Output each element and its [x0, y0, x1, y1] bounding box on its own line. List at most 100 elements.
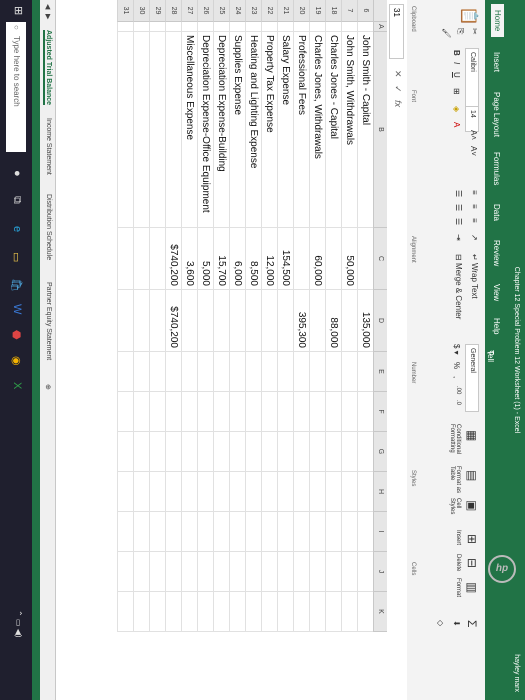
comma-icon[interactable]: , — [452, 376, 461, 378]
tab-data[interactable]: Data — [492, 204, 501, 221]
column-header-a[interactable]: A — [373, 22, 387, 32]
credit-cell[interactable]: 135,000 — [357, 290, 373, 348]
chrome-icon[interactable]: ◉ — [10, 356, 23, 366]
start-icon[interactable]: ⊞ — [12, 6, 25, 15]
account-name-cell[interactable]: Salary Expense — [277, 35, 293, 105]
debit-cell[interactable]: 8,500 — [245, 228, 261, 286]
row-header[interactable]: 24 — [229, 0, 245, 22]
cancel-icon[interactable]: ✕ — [393, 70, 403, 78]
format-cells-button[interactable]: Format — [455, 578, 461, 597]
clear-icon[interactable]: ◇ — [436, 620, 445, 626]
task-view-icon[interactable]: ⧉ — [10, 196, 23, 204]
row-header[interactable]: 25 — [213, 0, 229, 22]
align-right-icon[interactable]: ☰ — [454, 218, 463, 225]
debit-cell[interactable]: 15,700 — [213, 228, 229, 286]
indent-icon[interactable]: ⇥ — [454, 234, 463, 241]
conditional-formatting-icon[interactable]: ▦ — [465, 430, 479, 441]
account-name-cell[interactable]: Miscellaneous Expense — [181, 35, 197, 140]
name-box[interactable]: 31 — [389, 4, 404, 59]
align-left-icon[interactable]: ☰ — [454, 190, 463, 197]
cell-styles-icon[interactable]: ▣ — [465, 500, 479, 511]
enter-icon[interactable]: ✓ — [393, 85, 403, 93]
row-header[interactable]: 23 — [245, 0, 261, 22]
paste-icon[interactable]: 📋 — [459, 6, 479, 26]
insert-function-icon[interactable]: fx — [393, 100, 403, 107]
edge-icon[interactable]: e — [11, 226, 23, 232]
credit-cell[interactable]: 395,300 — [293, 290, 309, 348]
account-name-cell[interactable]: Property Tax Expense — [261, 35, 277, 133]
wrap-text-button[interactable]: ↵ Wrap Text — [470, 254, 479, 299]
increase-decimal-icon[interactable]: .00 — [455, 386, 461, 394]
column-header-e[interactable]: E — [373, 352, 387, 392]
align-middle-icon[interactable]: ≡ — [470, 204, 479, 209]
column-header-d[interactable]: D — [373, 290, 387, 352]
column-header-k[interactable]: K — [373, 592, 387, 632]
delete-cells-button[interactable]: Delete — [455, 554, 461, 571]
row-header[interactable]: 7 — [341, 0, 357, 22]
row-header[interactable]: 19 — [309, 0, 325, 22]
tab-review[interactable]: Review — [492, 240, 501, 266]
column-header-j[interactable]: J — [373, 552, 387, 592]
next-sheet-icon[interactable]: ▶ — [44, 14, 52, 19]
account-name-cell[interactable]: Depreciation Expense-Office Equipment — [197, 35, 213, 213]
column-header-b[interactable]: B — [373, 32, 387, 228]
shrink-font-icon[interactable]: A˅ — [469, 146, 478, 156]
sheet-tab-distribution-schedule[interactable]: Distribution Schedule — [45, 194, 52, 260]
debit-cell[interactable]: 6,000 — [229, 228, 245, 286]
worksheet-grid[interactable]: A B C D E F G H I J K 6 John Smith - Capital 135,000 7… — [56, 0, 387, 700]
format-as-table-button[interactable]: Format as Table — [449, 466, 461, 496]
number-format-select[interactable]: General — [465, 344, 479, 412]
align-top-icon[interactable]: ≡ — [470, 190, 479, 195]
debit-cell[interactable]: 50,000 — [341, 228, 357, 286]
conditional-formatting-button[interactable]: Conditional Formatting — [449, 424, 461, 464]
debit-cell[interactable]: $740,200 — [165, 228, 181, 286]
format-cells-icon[interactable]: ▥ — [465, 582, 479, 593]
tab-view[interactable]: View — [492, 284, 501, 301]
column-header-c[interactable]: C — [373, 228, 387, 290]
align-bottom-icon[interactable]: ≡ — [470, 218, 479, 223]
sheet-tab-income-statement[interactable]: Income Statement — [45, 118, 52, 175]
insert-cells-button[interactable]: Insert — [455, 530, 461, 545]
column-header-g[interactable]: G — [373, 432, 387, 472]
debit-cell[interactable]: 5,000 — [197, 228, 213, 286]
row-header[interactable]: 27 — [181, 0, 197, 22]
taskbar-search[interactable]: ○ Type here to search — [6, 22, 26, 152]
debit-cell[interactable]: 60,000 — [309, 228, 325, 286]
select-all-corner[interactable] — [373, 0, 387, 22]
decrease-decimal-icon[interactable]: .0 — [455, 400, 461, 405]
tab-help[interactable]: Help — [492, 318, 501, 334]
column-header-f[interactable]: F — [373, 392, 387, 432]
tab-insert[interactable]: Insert — [492, 52, 501, 72]
borders-icon[interactable]: ⊞ — [452, 88, 461, 95]
underline-button[interactable]: U — [452, 72, 461, 78]
tab-formulas[interactable]: Formulas — [492, 152, 501, 185]
cut-icon[interactable]: ✂ — [470, 28, 479, 35]
fill-icon[interactable]: ⬇ — [452, 620, 461, 627]
account-name-cell[interactable]: Professional Fees — [293, 35, 309, 115]
column-header-h[interactable]: H — [373, 472, 387, 512]
sheet-tab-partner-equity-statement[interactable]: Partner Equity Statement — [45, 282, 52, 360]
format-painter-icon[interactable]: 🖌 — [442, 28, 451, 38]
row-header[interactable]: 22 — [261, 0, 277, 22]
tab-page-layout[interactable]: Page Layout — [492, 92, 501, 137]
fill-color-icon[interactable]: ◈ — [452, 106, 461, 112]
row-header[interactable]: 6 — [357, 0, 373, 22]
cell-styles-button[interactable]: Cell Styles — [449, 498, 461, 518]
font-name-select[interactable]: Calibri — [465, 48, 479, 108]
word-icon[interactable]: W — [11, 304, 23, 314]
account-name-cell[interactable]: John Smith, Withdrawals — [341, 35, 357, 145]
excel-taskbar-icon[interactable]: X — [11, 382, 23, 389]
account-name-cell[interactable]: Charles Jones - Capital — [325, 35, 341, 139]
format-as-table-icon[interactable]: ▤ — [465, 470, 479, 481]
orientation-icon[interactable]: ↗ — [470, 234, 479, 241]
account-name-cell[interactable]: Charles Jones, Withdrawals — [309, 35, 325, 159]
credit-cell[interactable]: $740,200 — [165, 290, 181, 348]
autosum-icon[interactable]: Σ — [465, 620, 479, 627]
row-header[interactable]: 31 — [117, 0, 133, 22]
credit-cell[interactable]: 88,000 — [325, 290, 341, 348]
prev-sheet-icon[interactable]: ◀ — [44, 4, 52, 9]
grow-font-icon[interactable]: A˄ — [469, 130, 478, 140]
font-color-icon[interactable]: A — [452, 122, 461, 127]
bold-button[interactable]: B — [452, 50, 461, 56]
mic-icon[interactable]: ● — [11, 170, 23, 177]
